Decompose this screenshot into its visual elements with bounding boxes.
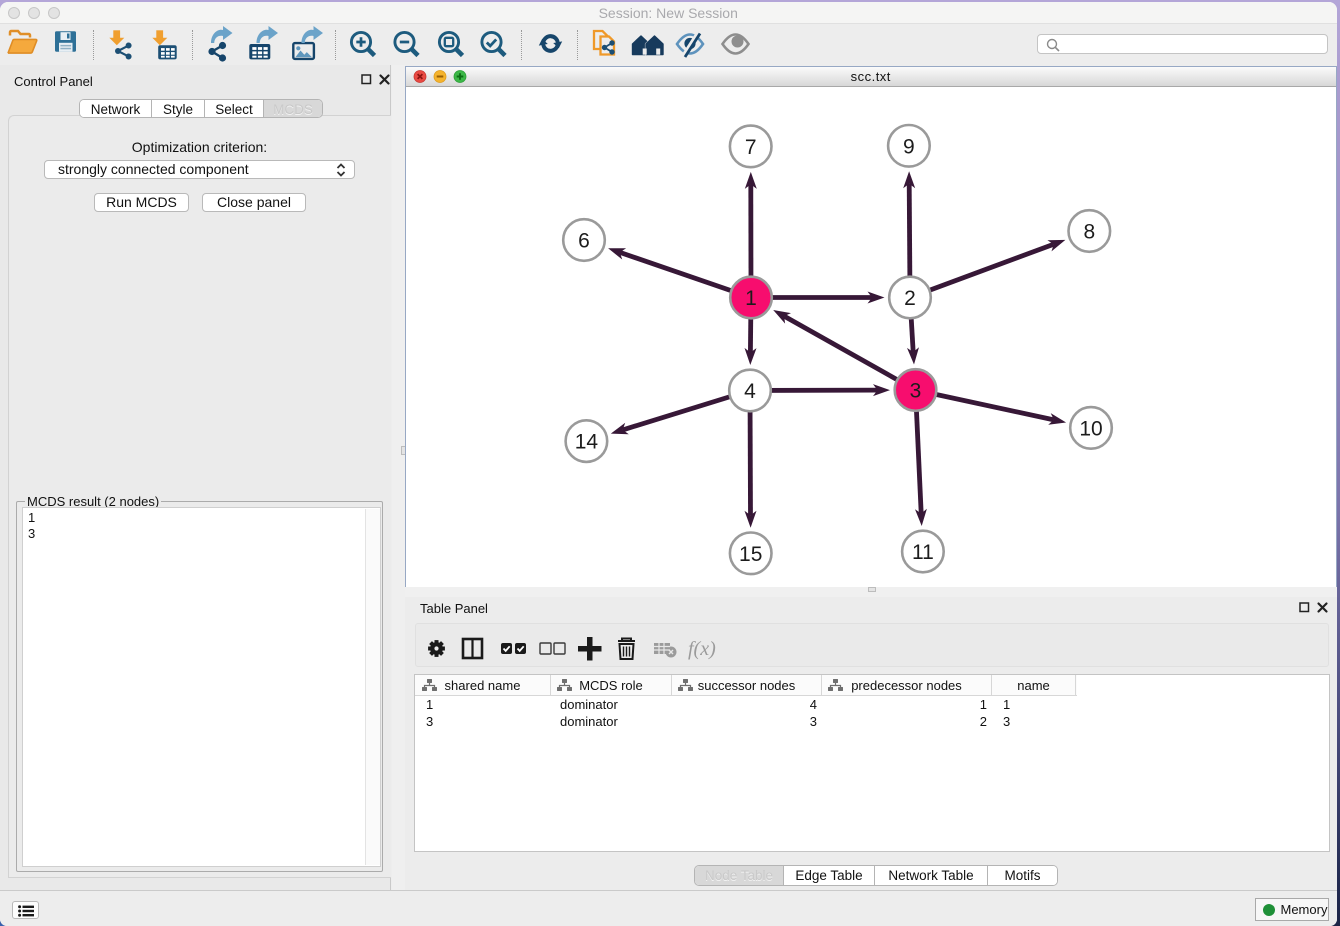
svg-text:15: 15 bbox=[739, 542, 762, 565]
svg-text:2: 2 bbox=[904, 287, 916, 310]
svg-text:f(x): f(x) bbox=[688, 638, 716, 660]
svg-text:9: 9 bbox=[903, 135, 915, 158]
svg-text:14: 14 bbox=[575, 430, 599, 453]
svg-text:4: 4 bbox=[744, 380, 756, 403]
svg-text:3: 3 bbox=[910, 379, 922, 402]
svg-text:10: 10 bbox=[1079, 417, 1102, 440]
svg-text:11: 11 bbox=[912, 541, 934, 564]
svg-text:8: 8 bbox=[1083, 220, 1095, 243]
svg-text:7: 7 bbox=[745, 136, 757, 159]
svg-text:1: 1 bbox=[745, 287, 757, 310]
svg-text:6: 6 bbox=[578, 229, 590, 252]
